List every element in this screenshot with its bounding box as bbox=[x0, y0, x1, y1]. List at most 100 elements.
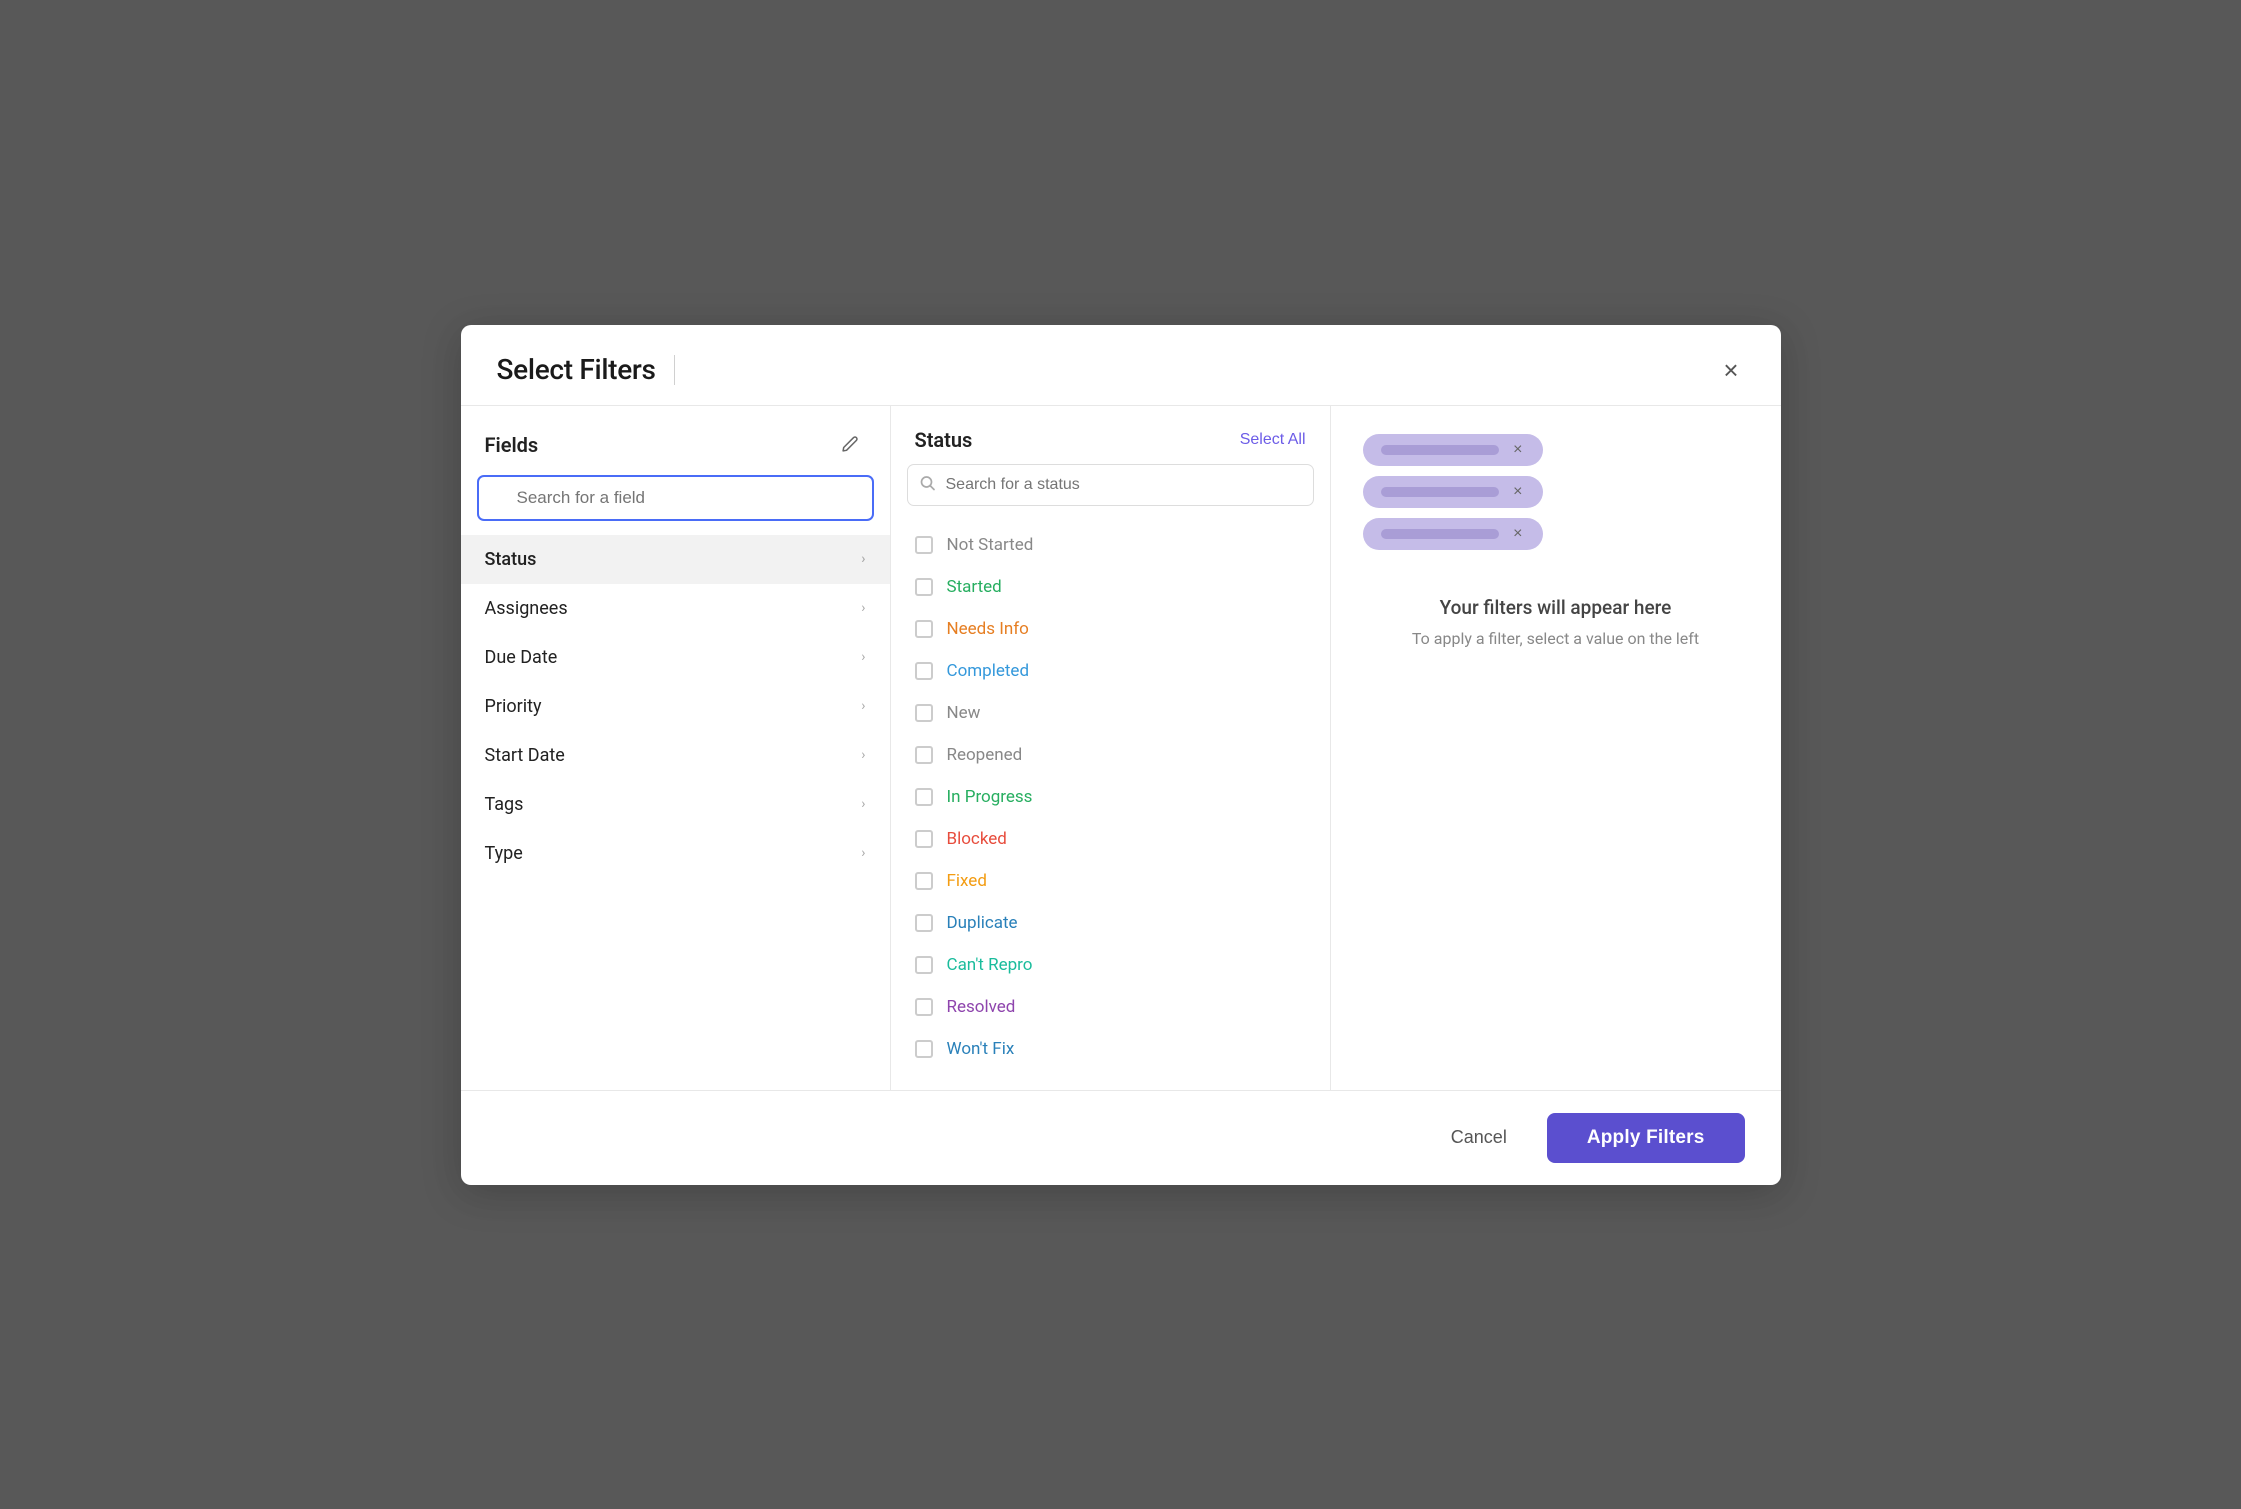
select-all-button[interactable]: Select All bbox=[1240, 431, 1306, 449]
field-item-status[interactable]: Status › bbox=[461, 535, 890, 584]
status-checkbox-fixed[interactable] bbox=[915, 872, 933, 890]
status-checkbox-blocked[interactable] bbox=[915, 830, 933, 848]
status-search-container bbox=[907, 464, 1314, 506]
status-item-started[interactable]: Started bbox=[891, 566, 1330, 608]
chevron-right-icon: › bbox=[861, 796, 865, 812]
status-label-reopened: Reopened bbox=[947, 745, 1023, 765]
status-label-completed: Completed bbox=[947, 661, 1030, 681]
status-label-in-progress: In Progress bbox=[947, 787, 1033, 807]
filter-chip-bar-1 bbox=[1381, 445, 1500, 455]
filters-placeholder: Your filters will appear here To apply a… bbox=[1363, 596, 1749, 648]
status-checkbox-new[interactable] bbox=[915, 704, 933, 722]
field-item-type[interactable]: Type › bbox=[461, 829, 890, 878]
field-item-due-date[interactable]: Due Date › bbox=[461, 633, 890, 682]
edit-fields-button[interactable] bbox=[834, 428, 866, 463]
filters-panel: × × × Your filters will appear here To a… bbox=[1331, 406, 1781, 1090]
status-label-resolved: Resolved bbox=[947, 997, 1016, 1017]
field-item-priority[interactable]: Priority › bbox=[461, 682, 890, 731]
modal-header: Select Filters × bbox=[461, 325, 1781, 405]
status-checkbox-wont-fix[interactable] bbox=[915, 1040, 933, 1058]
status-item-not-started[interactable]: Not Started bbox=[891, 524, 1330, 566]
status-label-wont-fix: Won't Fix bbox=[947, 1039, 1015, 1059]
status-item-fixed[interactable]: Fixed bbox=[891, 860, 1330, 902]
modal-body: Fields bbox=[461, 405, 1781, 1090]
filter-chip-bar-2 bbox=[1381, 487, 1500, 497]
field-search-wrap bbox=[461, 475, 890, 535]
status-label-cant-repro: Can't Repro bbox=[947, 955, 1033, 975]
status-checkbox-not-started[interactable] bbox=[915, 536, 933, 554]
field-item-label: Due Date bbox=[485, 647, 558, 668]
status-checkbox-needs-info[interactable] bbox=[915, 620, 933, 638]
filter-chips: × × × bbox=[1363, 434, 1749, 550]
modal-footer: Cancel Apply Filters bbox=[461, 1090, 1781, 1185]
status-item-needs-info[interactable]: Needs Info bbox=[891, 608, 1330, 650]
status-item-cant-repro[interactable]: Can't Repro bbox=[891, 944, 1330, 986]
filter-chip-close-1[interactable]: × bbox=[1511, 442, 1524, 458]
fields-panel: Fields bbox=[461, 406, 891, 1090]
filters-placeholder-sub: To apply a filter, select a value on the… bbox=[1363, 629, 1749, 648]
status-item-resolved[interactable]: Resolved bbox=[891, 986, 1330, 1028]
status-checkbox-resolved[interactable] bbox=[915, 998, 933, 1016]
filter-chip-bar-3 bbox=[1381, 529, 1500, 539]
status-checkbox-reopened[interactable] bbox=[915, 746, 933, 764]
chevron-right-icon: › bbox=[861, 600, 865, 616]
close-button[interactable]: × bbox=[1717, 353, 1744, 387]
filter-chip-3: × bbox=[1363, 518, 1543, 550]
status-label-not-started: Not Started bbox=[947, 535, 1034, 555]
field-item-label: Assignees bbox=[485, 598, 568, 619]
status-checkbox-cant-repro[interactable] bbox=[915, 956, 933, 974]
chevron-right-icon: › bbox=[861, 698, 865, 714]
cancel-button[interactable]: Cancel bbox=[1429, 1115, 1529, 1160]
chevron-right-icon: › bbox=[861, 551, 865, 567]
status-label-started: Started bbox=[947, 577, 1002, 597]
status-search-input[interactable] bbox=[907, 464, 1314, 506]
fields-panel-header: Fields bbox=[461, 406, 890, 475]
filter-chip-2: × bbox=[1363, 476, 1543, 508]
status-item-wont-fix[interactable]: Won't Fix bbox=[891, 1028, 1330, 1070]
field-item-start-date[interactable]: Start Date › bbox=[461, 731, 890, 780]
status-search-wrap bbox=[891, 464, 1330, 520]
fields-panel-title: Fields bbox=[485, 433, 539, 457]
field-item-label: Type bbox=[485, 843, 523, 864]
edit-icon bbox=[840, 434, 860, 457]
apply-filters-button[interactable]: Apply Filters bbox=[1547, 1113, 1745, 1163]
status-panel-header: Status Select All bbox=[891, 406, 1330, 464]
filter-chip-close-3[interactable]: × bbox=[1511, 526, 1524, 542]
chevron-right-icon: › bbox=[861, 845, 865, 861]
fields-list: Status › Assignees › Due Date › Priority… bbox=[461, 535, 890, 1090]
status-checkbox-completed[interactable] bbox=[915, 662, 933, 680]
chevron-right-icon: › bbox=[861, 649, 865, 665]
field-item-label: Priority bbox=[485, 696, 542, 717]
status-item-in-progress[interactable]: In Progress bbox=[891, 776, 1330, 818]
status-item-duplicate[interactable]: Duplicate bbox=[891, 902, 1330, 944]
chevron-right-icon: › bbox=[861, 747, 865, 763]
status-item-completed[interactable]: Completed bbox=[891, 650, 1330, 692]
header-divider bbox=[674, 355, 675, 385]
status-label-duplicate: Duplicate bbox=[947, 913, 1018, 933]
status-panel: Status Select All bbox=[891, 406, 1331, 1090]
filter-chip-1: × bbox=[1363, 434, 1543, 466]
field-item-tags[interactable]: Tags › bbox=[461, 780, 890, 829]
field-item-label: Status bbox=[485, 549, 537, 570]
status-item-new[interactable]: New bbox=[891, 692, 1330, 734]
field-search-container bbox=[477, 475, 874, 521]
status-label-blocked: Blocked bbox=[947, 829, 1007, 849]
status-label-fixed: Fixed bbox=[947, 871, 987, 891]
field-item-label: Start Date bbox=[485, 745, 565, 766]
modal-overlay: Select Filters × Fields bbox=[0, 0, 2241, 1509]
status-item-blocked[interactable]: Blocked bbox=[891, 818, 1330, 860]
modal-title: Select Filters bbox=[497, 353, 656, 386]
status-checkbox-in-progress[interactable] bbox=[915, 788, 933, 806]
status-list: Not Started Started Needs Info Completed bbox=[891, 520, 1330, 1090]
status-checkbox-started[interactable] bbox=[915, 578, 933, 596]
status-checkbox-duplicate[interactable] bbox=[915, 914, 933, 932]
status-label-needs-info: Needs Info bbox=[947, 619, 1029, 639]
field-item-label: Tags bbox=[485, 794, 524, 815]
status-label-new: New bbox=[947, 703, 981, 723]
field-item-assignees[interactable]: Assignees › bbox=[461, 584, 890, 633]
select-filters-modal: Select Filters × Fields bbox=[461, 325, 1781, 1185]
status-item-reopened[interactable]: Reopened bbox=[891, 734, 1330, 776]
filter-chip-close-2[interactable]: × bbox=[1511, 484, 1524, 500]
field-search-input[interactable] bbox=[477, 475, 874, 521]
status-panel-title: Status bbox=[915, 428, 973, 452]
